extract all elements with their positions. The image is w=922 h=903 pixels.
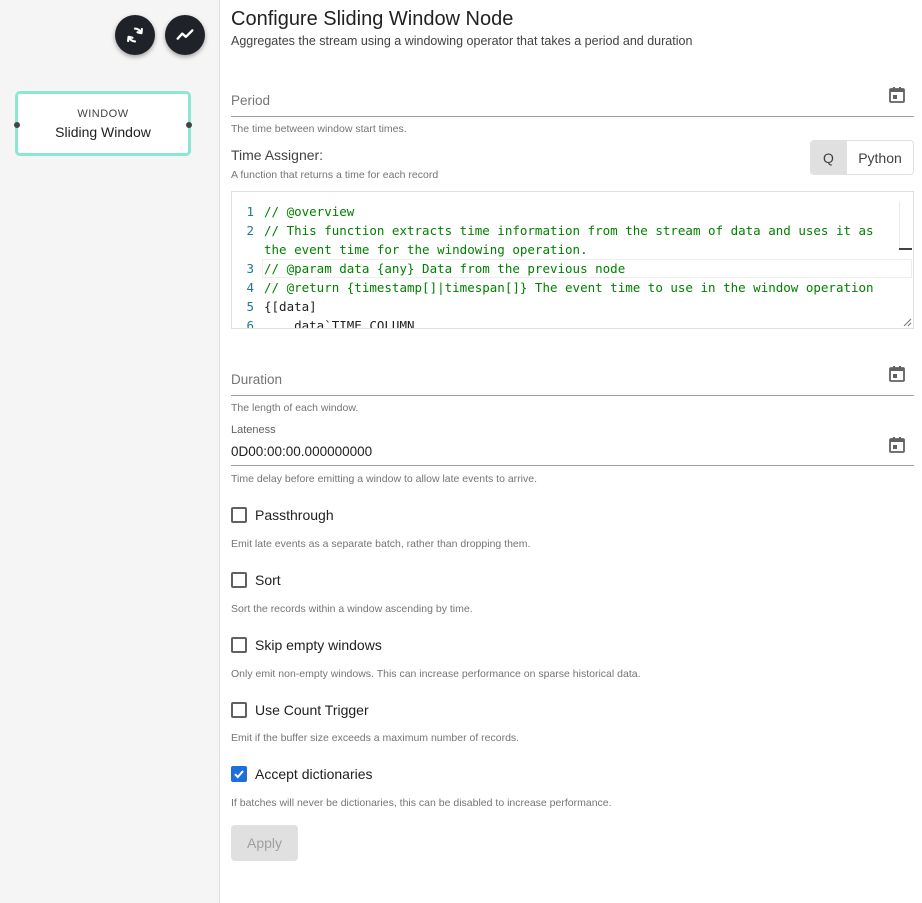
- use-count-trigger-checkbox[interactable]: Use Count Trigger: [231, 700, 369, 720]
- line-number: 4: [246, 280, 254, 295]
- skip-empty-windows-helper: Only emit non-empty windows. This can in…: [231, 668, 641, 680]
- checkbox-box[interactable]: [231, 766, 247, 782]
- calendar-icon[interactable]: [888, 436, 906, 454]
- language-option-q[interactable]: Q: [811, 141, 846, 174]
- code-text: // @overview: [264, 204, 355, 219]
- lateness-value: 0D00:00:00.000000000: [231, 444, 373, 459]
- checkbox-label: Use Count Trigger: [255, 702, 369, 718]
- code-editor[interactable]: 1 // @overview 2 // This function extrac…: [231, 191, 914, 329]
- refresh-icon: [127, 27, 143, 43]
- calendar-icon[interactable]: [888, 365, 906, 383]
- apply-button[interactable]: Apply: [231, 825, 298, 861]
- refresh-button[interactable]: [115, 15, 155, 55]
- lateness-field[interactable]: Lateness 0D00:00:00.000000000: [231, 424, 914, 466]
- sort-helper: Sort the records within a window ascendi…: [231, 603, 473, 615]
- time-assigner-label: Time Assigner:: [231, 147, 324, 163]
- resize-handle-icon[interactable]: [903, 318, 912, 327]
- line-number: 3: [246, 261, 254, 276]
- time-assigner-helper: A function that returns a time for each …: [231, 169, 439, 181]
- node-name-label: Sliding Window: [55, 124, 151, 140]
- line-number: 6: [246, 318, 254, 329]
- duration-helper: The length of each window.: [231, 402, 359, 414]
- checkbox-box[interactable]: [231, 637, 247, 653]
- check-icon: [234, 770, 244, 779]
- pipeline-canvas: WINDOW Sliding Window: [0, 0, 220, 903]
- language-option-python[interactable]: Python: [846, 141, 913, 174]
- lateness-helper: Time delay before emitting a window to a…: [231, 473, 538, 485]
- code-text: {[data]: [264, 299, 317, 314]
- chart-button[interactable]: [165, 15, 205, 55]
- output-port[interactable]: [186, 122, 192, 128]
- period-field[interactable]: Period: [231, 80, 914, 117]
- lateness-label: Lateness: [231, 424, 276, 436]
- code-text: data`TIME_COLUMN: [264, 318, 415, 329]
- node-type-label: WINDOW: [77, 108, 129, 120]
- duration-field[interactable]: Duration: [231, 359, 914, 396]
- checkbox-label: Passthrough: [255, 507, 334, 523]
- page-subtitle: Aggregates the stream using a windowing …: [231, 34, 693, 48]
- code-text: // This function extracts time informati…: [264, 223, 874, 238]
- checkbox-label: Skip empty windows: [255, 637, 382, 653]
- checkbox-label: Sort: [255, 572, 281, 588]
- checkbox-box[interactable]: [231, 572, 247, 588]
- use-count-trigger-helper: Emit if the buffer size exceeds a maximu…: [231, 732, 520, 744]
- trend-line-icon: [176, 29, 194, 40]
- code-text: // @param data {any} Data from the previ…: [264, 261, 626, 276]
- input-port[interactable]: [14, 122, 20, 128]
- code-text: // @return {timestamp[]|timespan[]} The …: [264, 280, 874, 295]
- page-title: Configure Sliding Window Node: [231, 8, 514, 30]
- sliding-window-node[interactable]: WINDOW Sliding Window: [14, 91, 192, 156]
- checkbox-box[interactable]: [231, 507, 247, 523]
- line-number: 2: [246, 223, 254, 238]
- accept-dictionaries-helper: If batches will never be dictionaries, t…: [231, 797, 612, 809]
- editor-scrollbar[interactable]: [899, 202, 913, 248]
- editor-scroll-marker: [899, 248, 912, 250]
- language-toggle: Q Python: [810, 140, 914, 175]
- code-text: the event time for the windowing operati…: [264, 242, 588, 257]
- skip-empty-windows-checkbox[interactable]: Skip empty windows: [231, 635, 382, 655]
- accept-dictionaries-checkbox[interactable]: Accept dictionaries: [231, 764, 373, 784]
- period-helper: The time between window start times.: [231, 123, 407, 135]
- calendar-icon[interactable]: [888, 86, 906, 104]
- checkbox-box[interactable]: [231, 702, 247, 718]
- passthrough-checkbox[interactable]: Passthrough: [231, 505, 334, 525]
- period-label: Period: [231, 93, 271, 108]
- line-number: 1: [246, 204, 254, 219]
- checkbox-label: Accept dictionaries: [255, 766, 373, 782]
- passthrough-helper: Emit late events as a separate batch, ra…: [231, 538, 531, 550]
- sort-checkbox[interactable]: Sort: [231, 570, 281, 590]
- line-number: 5: [246, 299, 254, 314]
- duration-label: Duration: [231, 372, 283, 387]
